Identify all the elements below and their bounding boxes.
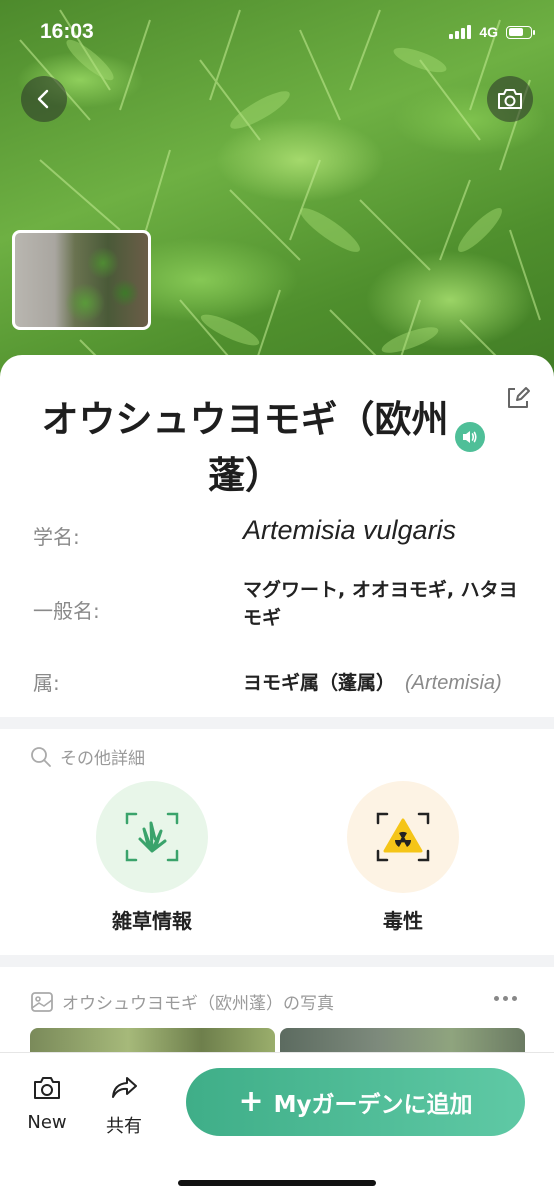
pronunciation-button[interactable] [455, 422, 485, 452]
new-scan-label: New [27, 1112, 67, 1133]
scientific-name-label: 学名: [33, 525, 80, 549]
speaker-icon [463, 431, 477, 443]
common-names-label: 一般名: [33, 599, 100, 623]
plus-icon: + [238, 1084, 264, 1119]
photos-title: オウシュウヨモギ（欧州蓬）の写真 [62, 994, 334, 1014]
plant-hero-photo: 16:03 4G [0, 0, 554, 400]
weed-grass-icon [125, 812, 179, 862]
edit-icon[interactable] [505, 385, 531, 411]
share-button[interactable]: 共有 [94, 1075, 154, 1138]
genus-name: ヨモギ属（蓬属） [243, 672, 396, 694]
toxicity-button[interactable]: 毒性 [347, 781, 459, 934]
toxic-warning-icon [376, 812, 430, 862]
genus-label: 属: [33, 671, 60, 695]
weed-info-label: 雑草情報 [112, 909, 192, 933]
user-photo-thumbnail[interactable] [12, 230, 151, 330]
home-indicator [178, 1180, 376, 1186]
section-divider [0, 717, 554, 729]
section-divider [0, 955, 554, 967]
chevron-left-icon [37, 89, 49, 109]
genus-value: ヨモギ属（蓬属） (Artemisia) [243, 668, 502, 695]
scientific-name-value: Artemisia vulgaris [243, 515, 457, 545]
more-details-title: その他詳細 [60, 749, 145, 769]
share-icon [112, 1077, 137, 1098]
photos-heading: オウシュウヨモギ（欧州蓬）の写真 [30, 989, 334, 1014]
status-time: 16:03 [40, 20, 94, 43]
image-icon [31, 991, 53, 1012]
battery-icon [506, 25, 535, 39]
common-names-value: マグワート, オオヨモギ, ハタヨモギ [243, 579, 518, 629]
more-options-button[interactable] [494, 996, 517, 1001]
new-scan-button[interactable]: New [17, 1075, 77, 1133]
bottom-action-bar: New 共有 + Myガーデンに追加 [0, 1052, 554, 1200]
foliage-texture [19, 9, 541, 400]
status-bar: 16:03 4G [0, 18, 554, 50]
plant-title: オウシュウヨモギ（欧州蓬） [41, 398, 449, 497]
add-to-garden-button[interactable]: + Myガーデンに追加 [186, 1068, 525, 1136]
add-to-garden-label: Myガーデンに追加 [273, 1092, 473, 1118]
network-type: 4G [479, 24, 498, 40]
status-indicators: 4G [449, 24, 535, 40]
weed-info-button[interactable]: 雑草情報 [96, 781, 208, 934]
camera-icon [34, 1077, 60, 1099]
genus-latin-name: (Artemisia) [405, 672, 502, 694]
camera-button[interactable] [487, 76, 533, 122]
signal-icon [449, 25, 472, 39]
share-label: 共有 [106, 1116, 142, 1137]
search-icon [31, 746, 51, 767]
camera-icon [498, 89, 522, 109]
back-button[interactable] [21, 76, 67, 122]
weed-info-circle [96, 781, 208, 893]
more-details-heading: その他詳細 [30, 744, 145, 769]
toxicity-label: 毒性 [383, 909, 423, 933]
toxicity-circle [347, 781, 459, 893]
